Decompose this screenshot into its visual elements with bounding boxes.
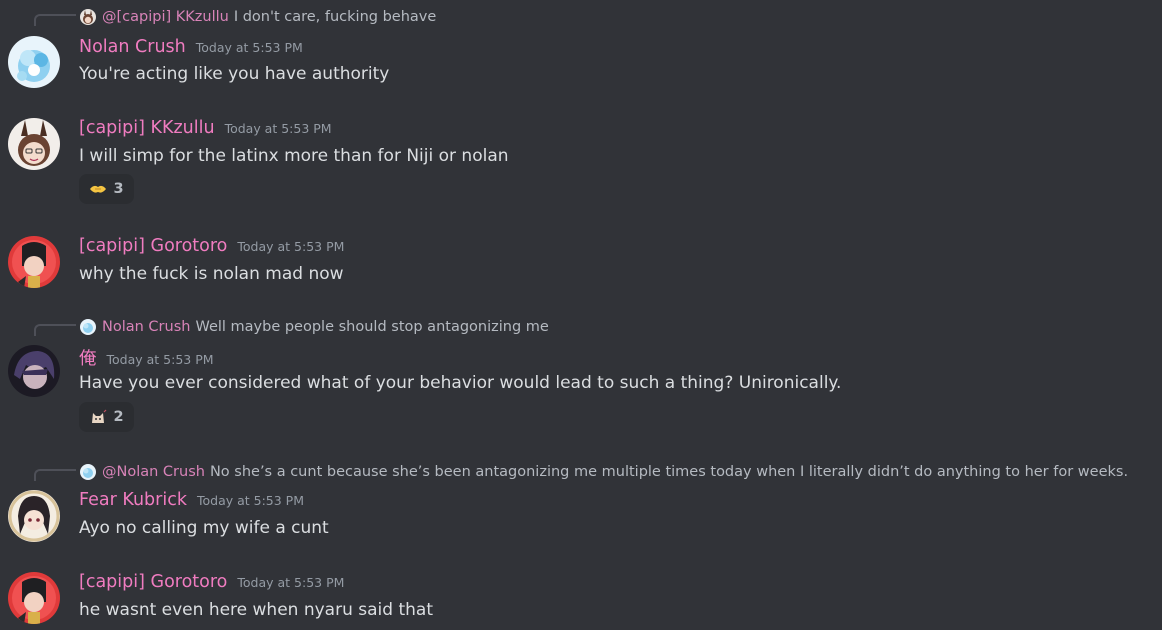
- reaction-button[interactable]: 3: [79, 174, 134, 204]
- message-author[interactable]: [capipi] Gorotoro: [79, 236, 227, 256]
- reply-author[interactable]: Nolan Crush: [102, 319, 190, 335]
- gorotoro-avatar-icon[interactable]: [8, 572, 60, 624]
- message-timestamp[interactable]: Today at 5:53 PM: [107, 352, 214, 367]
- message-content: he wasnt even here when nyaru said that: [79, 600, 433, 620]
- reply-preview[interactable]: @[capipi] KKzullu I don't care, fucking …: [80, 7, 436, 27]
- message-author[interactable]: 俺: [79, 345, 97, 370]
- message-author[interactable]: [capipi] KKzullu: [79, 118, 215, 138]
- message-timestamp[interactable]: Today at 5:53 PM: [197, 493, 304, 508]
- message-timestamp[interactable]: Today at 5:53 PM: [237, 575, 344, 590]
- nolan-avatar-icon: [80, 319, 96, 335]
- message-content: Ayo no calling my wife a cunt: [79, 518, 329, 538]
- message-author[interactable]: Fear Kubrick: [79, 490, 187, 510]
- nolan-avatar-icon: [80, 464, 96, 480]
- reply-text: Well maybe people should stop antagonizi…: [195, 319, 549, 335]
- fear-avatar-icon[interactable]: [8, 490, 60, 542]
- message-timestamp[interactable]: Today at 5:53 PM: [237, 239, 344, 254]
- reply-text: I don't care, fucking behave: [233, 9, 437, 25]
- reaction-count: 2: [113, 409, 124, 425]
- message-timestamp[interactable]: Today at 5:53 PM: [225, 121, 332, 136]
- nolan-avatar-icon[interactable]: [8, 36, 60, 88]
- gorotoro-avatar-icon[interactable]: [8, 236, 60, 288]
- reply-preview[interactable]: Nolan Crush Well maybe people should sto…: [80, 317, 549, 337]
- reply-preview[interactable]: @Nolan Crush No she’s a cunt because she…: [80, 462, 1128, 482]
- cat-icon: [89, 409, 107, 425]
- message-author[interactable]: Nolan Crush: [79, 37, 186, 57]
- ore-avatar-icon[interactable]: [8, 345, 60, 397]
- reaction-button[interactable]: 2: [79, 402, 134, 432]
- message-content: why the fuck is nolan mad now: [79, 264, 344, 284]
- message-content: I will simp for the latinx more than for…: [79, 146, 509, 166]
- message-timestamp[interactable]: Today at 5:53 PM: [196, 40, 303, 55]
- handshake-icon: [89, 181, 107, 197]
- reply-connector: [34, 469, 76, 481]
- kkzullu-avatar-icon: [80, 9, 96, 25]
- message-content: Have you ever considered what of your be…: [79, 373, 842, 393]
- reply-author[interactable]: @[capipi] KKzullu: [102, 9, 229, 25]
- reply-text: No she’s a cunt because she’s been antag…: [209, 464, 1129, 480]
- message-author[interactable]: [capipi] Gorotoro: [79, 572, 227, 592]
- reply-author[interactable]: @Nolan Crush: [102, 464, 205, 480]
- kkzullu-avatar-icon[interactable]: [8, 118, 60, 170]
- message-content: You're acting like you have authority: [79, 64, 390, 84]
- reply-connector: [34, 324, 76, 336]
- reply-connector: [34, 14, 76, 26]
- reaction-count: 3: [113, 181, 124, 197]
